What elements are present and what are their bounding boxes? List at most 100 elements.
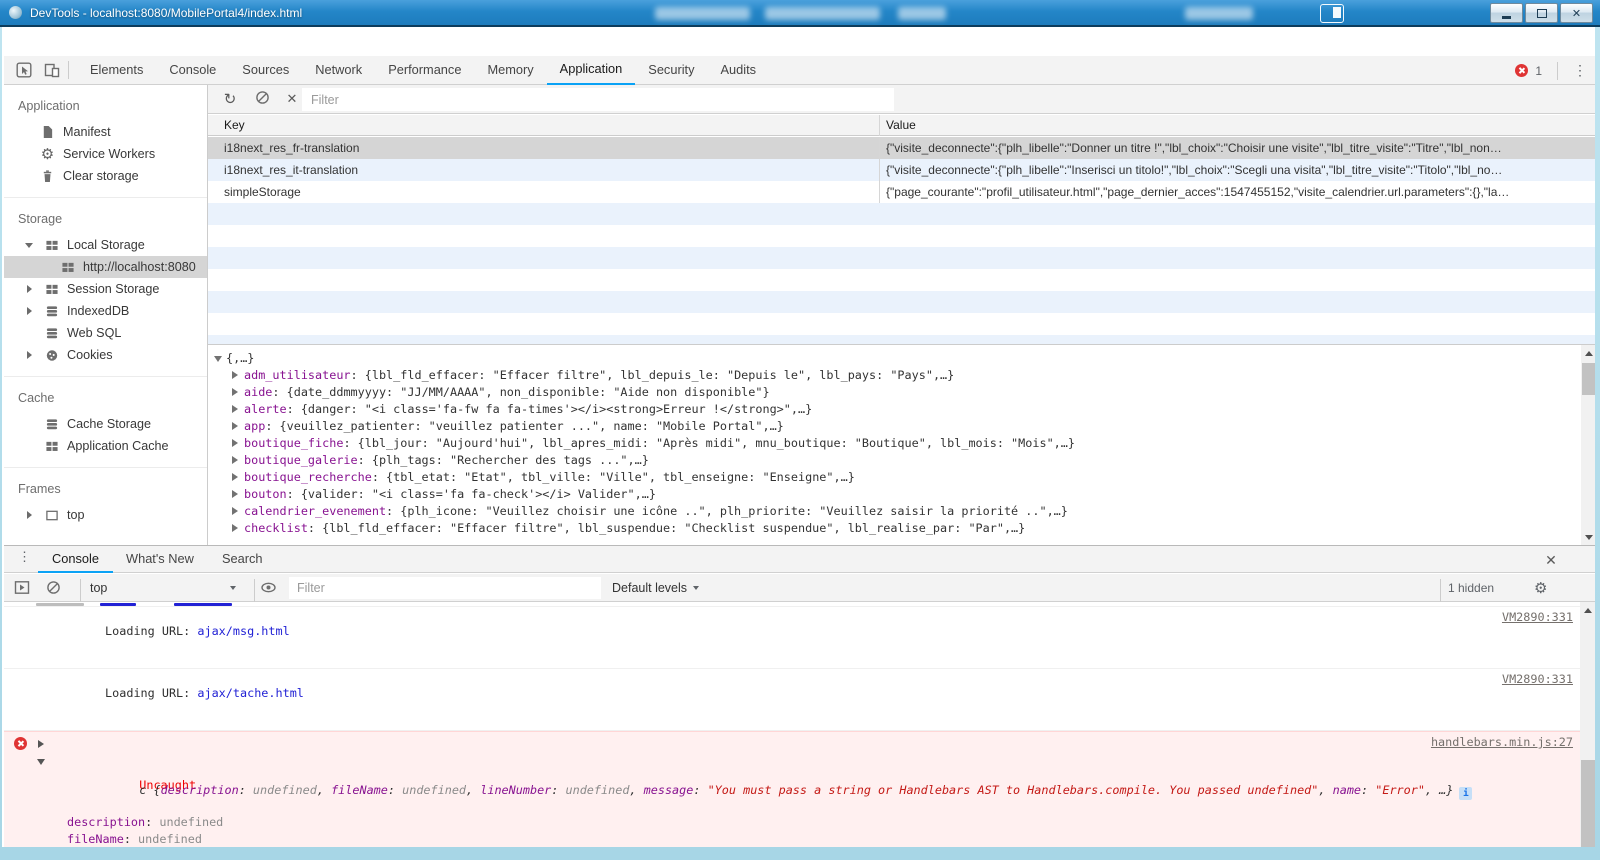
minimize-button[interactable] (1490, 3, 1523, 23)
tree-item[interactable]: bouton: {valider: "<i class='fa fa-check… (214, 486, 1577, 503)
tab-elements[interactable]: Elements (77, 56, 156, 85)
expander-closed-icon[interactable] (27, 307, 32, 315)
disclosure-open-icon[interactable] (214, 356, 222, 362)
disclosure-closed-icon[interactable] (232, 422, 238, 430)
disclosure-closed-icon[interactable] (232, 524, 238, 532)
drawer-tab-search[interactable]: Search (208, 546, 277, 573)
sidebar-item-application-cache[interactable]: Application Cache (4, 435, 207, 457)
table-row[interactable]: i18next_res_it-translation {"visite_deco… (208, 159, 1595, 181)
sidebar-item-session-storage[interactable]: Session Storage (4, 278, 207, 300)
drawer-menu-kebab-icon[interactable]: ⋮ (18, 549, 31, 565)
console-settings-gear-icon[interactable]: ⚙ (1534, 574, 1547, 601)
column-header-key[interactable]: Key (224, 118, 245, 132)
sidebar-item-top-frame[interactable]: top (4, 504, 207, 526)
sidebar-item-cache-storage[interactable]: Cache Storage (4, 413, 207, 435)
scroll-up-icon[interactable] (1581, 345, 1595, 361)
sidebar-item-localhost-8080[interactable]: http://localhost:8080 (4, 256, 207, 278)
column-header-value[interactable]: Value (886, 118, 916, 132)
dock-side-icon[interactable] (1320, 4, 1344, 23)
console-scrollbar[interactable] (1580, 602, 1595, 847)
inspect-element-icon[interactable] (16, 62, 32, 78)
expander-closed-icon[interactable] (27, 285, 32, 293)
disclosure-closed-icon[interactable] (232, 473, 238, 481)
object-property-row[interactable]: fileName: undefined (4, 831, 1595, 847)
refresh-icon[interactable]: ↻ (222, 90, 238, 108)
scrollbar-thumb[interactable] (1581, 760, 1595, 847)
preview-scrollbar[interactable] (1581, 345, 1595, 545)
sidebar-item-service-workers[interactable]: ⚙ Service Workers (4, 143, 207, 165)
tab-performance[interactable]: Performance (375, 56, 474, 85)
disclosure-closed-icon[interactable] (232, 490, 238, 498)
tab-network[interactable]: Network (302, 56, 375, 85)
tab-sources[interactable]: Sources (229, 56, 302, 85)
console-sidebar-toggle-icon[interactable] (14, 574, 30, 601)
log-text[interactable]: Loading URL: ajax/tache.html (105, 686, 304, 700)
clear-all-icon[interactable] (254, 90, 270, 109)
source-link[interactable]: handlebars.min.js:27 (1431, 735, 1573, 749)
drawer-tab-console[interactable]: Console (38, 546, 113, 573)
error-header-row[interactable]: Uncaught handlebars.min.js:27 (4, 732, 1595, 754)
disclosure-closed-icon[interactable] (38, 740, 44, 748)
scroll-down-icon[interactable] (1581, 529, 1595, 545)
error-object-summary[interactable]: c {description: undefined, fileName: und… (4, 754, 1595, 814)
scroll-up-icon[interactable] (1580, 602, 1595, 618)
device-toolbar-icon[interactable] (44, 62, 60, 78)
tab-memory[interactable]: Memory (474, 56, 546, 85)
console-log-row[interactable]: Loading URL: ajax/tache.html VM2890:331 (4, 669, 1595, 731)
tree-item[interactable]: boutique_recherche: {tbl_etat: "Etat", t… (214, 469, 1577, 486)
console-filter-input[interactable] (289, 577, 601, 599)
source-link[interactable]: VM2890:331 (1502, 610, 1573, 624)
sidebar-item-local-storage[interactable]: Local Storage (4, 234, 207, 256)
log-text[interactable]: Loading URL: ajax/msg.html (105, 624, 290, 638)
tree-item[interactable]: boutique_galerie: {plh_tags: "Rechercher… (214, 452, 1577, 469)
sidebar-item-indexeddb[interactable]: IndexedDB (4, 300, 207, 322)
scrollbar-thumb[interactable] (1582, 363, 1595, 395)
delete-selected-icon[interactable]: ✕ (284, 91, 300, 107)
console-log-row[interactable]: Loading URL: ajax/msg.html VM2890:331 (4, 607, 1595, 669)
drawer-close-icon[interactable]: ✕ (1541, 550, 1561, 570)
tree-item[interactable]: adm_utilisateur: {lbl_fld_effacer: "Effa… (214, 367, 1577, 384)
expander-open-icon[interactable] (25, 243, 33, 248)
sidebar-item-label: Service Workers (63, 147, 155, 161)
disclosure-closed-icon[interactable] (232, 456, 238, 464)
error-count-icon[interactable] (1515, 64, 1528, 77)
clear-console-icon[interactable] (46, 574, 61, 601)
close-button[interactable]: ✕ (1560, 3, 1593, 23)
drawer-tab-whats-new[interactable]: What's New (112, 546, 208, 573)
object-property-row[interactable]: description: undefined (4, 814, 1595, 831)
tab-security[interactable]: Security (635, 56, 707, 85)
disclosure-closed-icon[interactable] (232, 507, 238, 515)
source-link[interactable]: VM2890:331 (1502, 672, 1573, 686)
expander-closed-icon[interactable] (27, 351, 32, 359)
sidebar-item-clear-storage[interactable]: Clear storage (4, 165, 207, 187)
sidebar-item-web-sql[interactable]: Web SQL (4, 322, 207, 344)
log-levels-dropdown[interactable]: Default levels (612, 574, 699, 601)
column-divider[interactable] (879, 115, 880, 136)
disclosure-closed-icon[interactable] (232, 439, 238, 447)
disclosure-open-icon[interactable] (37, 759, 45, 765)
sidebar-item-cookies[interactable]: Cookies (4, 344, 207, 366)
maximize-button[interactable] (1525, 3, 1558, 23)
execution-context-selector[interactable]: top (90, 574, 236, 601)
sidebar-item-manifest[interactable]: Manifest (4, 121, 207, 143)
tab-audits[interactable]: Audits (708, 56, 770, 85)
tree-item[interactable]: app: {veuillez_patienter: "veuillez pati… (214, 418, 1577, 435)
table-row[interactable]: simpleStorage {"page_courante":"profil_u… (208, 181, 1595, 203)
disclosure-closed-icon[interactable] (232, 388, 238, 396)
disclosure-closed-icon[interactable] (232, 405, 238, 413)
main-menu-kebab-icon[interactable]: ⋮ (1573, 62, 1587, 79)
tree-root[interactable]: {,…} (214, 350, 1577, 367)
tab-console[interactable]: Console (156, 56, 229, 85)
expander-closed-icon[interactable] (27, 511, 32, 519)
table-row[interactable]: i18next_res_fr-translation {"visite_deco… (208, 137, 1595, 159)
storage-filter-input[interactable] (302, 88, 894, 111)
tree-item[interactable]: alerte: {danger: "<i class='fa-fw fa fa-… (214, 401, 1577, 418)
tab-application[interactable]: Application (547, 56, 636, 85)
disclosure-closed-icon[interactable] (232, 371, 238, 379)
tree-item[interactable]: aide: {date_ddmmyyyy: "JJ/MM/AAAA", non_… (214, 384, 1577, 401)
info-icon[interactable]: i (1459, 787, 1472, 800)
tree-item[interactable]: boutique_fiche: {lbl_jour: "Aujourd'hui"… (214, 435, 1577, 452)
tree-item[interactable]: calendrier_evenement: {plh_icone: "Veuil… (214, 503, 1577, 520)
live-expression-eye-icon[interactable] (260, 574, 277, 601)
tree-item[interactable]: checklist: {lbl_fld_effacer: "Effacer fi… (214, 520, 1577, 537)
